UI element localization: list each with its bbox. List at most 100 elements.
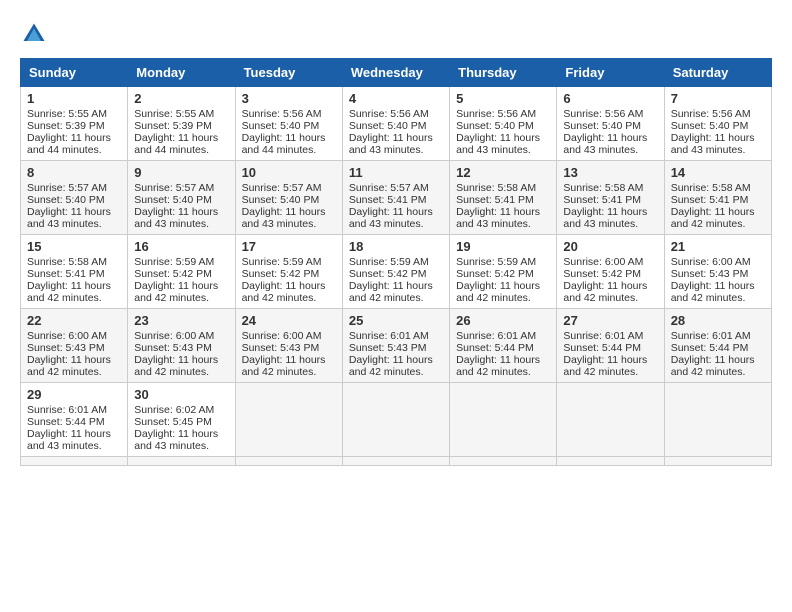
header-monday: Monday bbox=[128, 59, 235, 87]
daylight-label: Daylight: 11 hours and 44 minutes. bbox=[134, 132, 218, 156]
daylight-label: Daylight: 11 hours and 42 minutes. bbox=[134, 354, 218, 378]
sunset-label: Sunset: 5:43 PM bbox=[349, 342, 427, 354]
sunrise-label: Sunrise: 5:59 AM bbox=[349, 256, 429, 268]
calendar-cell bbox=[235, 457, 342, 466]
sunset-label: Sunset: 5:41 PM bbox=[563, 194, 641, 206]
sunrise-label: Sunrise: 5:58 AM bbox=[671, 182, 751, 194]
calendar-cell: 28 Sunrise: 6:01 AM Sunset: 5:44 PM Dayl… bbox=[664, 309, 771, 383]
sunrise-label: Sunrise: 5:56 AM bbox=[563, 108, 643, 120]
calendar-cell: 8 Sunrise: 5:57 AM Sunset: 5:40 PM Dayli… bbox=[21, 161, 128, 235]
sunset-label: Sunset: 5:44 PM bbox=[671, 342, 749, 354]
sunset-label: Sunset: 5:42 PM bbox=[242, 268, 320, 280]
daylight-label: Daylight: 11 hours and 43 minutes. bbox=[242, 206, 326, 230]
sunrise-label: Sunrise: 6:01 AM bbox=[456, 330, 536, 342]
day-number: 14 bbox=[671, 165, 765, 180]
daylight-label: Daylight: 11 hours and 43 minutes. bbox=[456, 206, 540, 230]
calendar: Sunday Monday Tuesday Wednesday Thursday… bbox=[20, 58, 772, 466]
day-number: 5 bbox=[456, 91, 550, 106]
calendar-cell bbox=[450, 383, 557, 457]
daylight-label: Daylight: 11 hours and 42 minutes. bbox=[563, 354, 647, 378]
calendar-cell: 5 Sunrise: 5:56 AM Sunset: 5:40 PM Dayli… bbox=[450, 87, 557, 161]
day-number: 13 bbox=[563, 165, 657, 180]
sunset-label: Sunset: 5:41 PM bbox=[349, 194, 427, 206]
day-number: 21 bbox=[671, 239, 765, 254]
day-number: 23 bbox=[134, 313, 228, 328]
day-number: 17 bbox=[242, 239, 336, 254]
calendar-cell bbox=[557, 383, 664, 457]
calendar-cell: 16 Sunrise: 5:59 AM Sunset: 5:42 PM Dayl… bbox=[128, 235, 235, 309]
day-number: 2 bbox=[134, 91, 228, 106]
calendar-cell: 26 Sunrise: 6:01 AM Sunset: 5:44 PM Dayl… bbox=[450, 309, 557, 383]
sunrise-label: Sunrise: 5:57 AM bbox=[27, 182, 107, 194]
daylight-label: Daylight: 11 hours and 42 minutes. bbox=[456, 354, 540, 378]
day-number: 22 bbox=[27, 313, 121, 328]
daylight-label: Daylight: 11 hours and 43 minutes. bbox=[349, 132, 433, 156]
sunrise-label: Sunrise: 5:58 AM bbox=[27, 256, 107, 268]
logo-icon bbox=[20, 20, 48, 48]
day-number: 7 bbox=[671, 91, 765, 106]
calendar-cell: 6 Sunrise: 5:56 AM Sunset: 5:40 PM Dayli… bbox=[557, 87, 664, 161]
calendar-row: 8 Sunrise: 5:57 AM Sunset: 5:40 PM Dayli… bbox=[21, 161, 772, 235]
calendar-cell bbox=[21, 457, 128, 466]
day-number: 25 bbox=[349, 313, 443, 328]
header-sunday: Sunday bbox=[21, 59, 128, 87]
sunset-label: Sunset: 5:40 PM bbox=[242, 120, 320, 132]
calendar-cell: 22 Sunrise: 6:00 AM Sunset: 5:43 PM Dayl… bbox=[21, 309, 128, 383]
day-number: 9 bbox=[134, 165, 228, 180]
calendar-cell: 4 Sunrise: 5:56 AM Sunset: 5:40 PM Dayli… bbox=[342, 87, 449, 161]
calendar-cell: 30 Sunrise: 6:02 AM Sunset: 5:45 PM Dayl… bbox=[128, 383, 235, 457]
sunrise-label: Sunrise: 6:01 AM bbox=[349, 330, 429, 342]
day-number: 12 bbox=[456, 165, 550, 180]
calendar-row: 22 Sunrise: 6:00 AM Sunset: 5:43 PM Dayl… bbox=[21, 309, 772, 383]
daylight-label: Daylight: 11 hours and 42 minutes. bbox=[27, 280, 111, 304]
calendar-cell bbox=[342, 457, 449, 466]
calendar-cell bbox=[128, 457, 235, 466]
sunset-label: Sunset: 5:40 PM bbox=[671, 120, 749, 132]
daylight-label: Daylight: 11 hours and 42 minutes. bbox=[671, 206, 755, 230]
calendar-cell: 29 Sunrise: 6:01 AM Sunset: 5:44 PM Dayl… bbox=[21, 383, 128, 457]
sunset-label: Sunset: 5:41 PM bbox=[671, 194, 749, 206]
calendar-cell: 9 Sunrise: 5:57 AM Sunset: 5:40 PM Dayli… bbox=[128, 161, 235, 235]
sunrise-label: Sunrise: 6:00 AM bbox=[27, 330, 107, 342]
day-number: 3 bbox=[242, 91, 336, 106]
daylight-label: Daylight: 11 hours and 42 minutes. bbox=[349, 280, 433, 304]
header-wednesday: Wednesday bbox=[342, 59, 449, 87]
calendar-cell: 7 Sunrise: 5:56 AM Sunset: 5:40 PM Dayli… bbox=[664, 87, 771, 161]
sunrise-label: Sunrise: 6:01 AM bbox=[671, 330, 751, 342]
sunset-label: Sunset: 5:43 PM bbox=[671, 268, 749, 280]
sunrise-label: Sunrise: 5:55 AM bbox=[134, 108, 214, 120]
daylight-label: Daylight: 11 hours and 43 minutes. bbox=[563, 132, 647, 156]
daylight-label: Daylight: 11 hours and 42 minutes. bbox=[563, 280, 647, 304]
sunset-label: Sunset: 5:44 PM bbox=[563, 342, 641, 354]
calendar-cell bbox=[342, 383, 449, 457]
daylight-label: Daylight: 11 hours and 43 minutes. bbox=[563, 206, 647, 230]
sunset-label: Sunset: 5:40 PM bbox=[349, 120, 427, 132]
daylight-label: Daylight: 11 hours and 42 minutes. bbox=[242, 354, 326, 378]
sunrise-label: Sunrise: 5:58 AM bbox=[456, 182, 536, 194]
calendar-cell: 15 Sunrise: 5:58 AM Sunset: 5:41 PM Dayl… bbox=[21, 235, 128, 309]
calendar-row: 1 Sunrise: 5:55 AM Sunset: 5:39 PM Dayli… bbox=[21, 87, 772, 161]
calendar-cell: 2 Sunrise: 5:55 AM Sunset: 5:39 PM Dayli… bbox=[128, 87, 235, 161]
day-number: 18 bbox=[349, 239, 443, 254]
calendar-cell: 19 Sunrise: 5:59 AM Sunset: 5:42 PM Dayl… bbox=[450, 235, 557, 309]
calendar-row: 29 Sunrise: 6:01 AM Sunset: 5:44 PM Dayl… bbox=[21, 383, 772, 457]
calendar-row bbox=[21, 457, 772, 466]
logo bbox=[20, 20, 52, 48]
sunrise-label: Sunrise: 6:00 AM bbox=[671, 256, 751, 268]
sunrise-label: Sunrise: 5:55 AM bbox=[27, 108, 107, 120]
sunrise-label: Sunrise: 5:56 AM bbox=[671, 108, 751, 120]
sunrise-label: Sunrise: 6:01 AM bbox=[27, 404, 107, 416]
daylight-label: Daylight: 11 hours and 42 minutes. bbox=[242, 280, 326, 304]
sunset-label: Sunset: 5:39 PM bbox=[134, 120, 212, 132]
calendar-cell bbox=[235, 383, 342, 457]
daylight-label: Daylight: 11 hours and 43 minutes. bbox=[671, 132, 755, 156]
daylight-label: Daylight: 11 hours and 44 minutes. bbox=[242, 132, 326, 156]
day-number: 26 bbox=[456, 313, 550, 328]
day-number: 27 bbox=[563, 313, 657, 328]
sunrise-label: Sunrise: 5:56 AM bbox=[456, 108, 536, 120]
calendar-row: 15 Sunrise: 5:58 AM Sunset: 5:41 PM Dayl… bbox=[21, 235, 772, 309]
daylight-label: Daylight: 11 hours and 42 minutes. bbox=[134, 280, 218, 304]
calendar-cell: 27 Sunrise: 6:01 AM Sunset: 5:44 PM Dayl… bbox=[557, 309, 664, 383]
daylight-label: Daylight: 11 hours and 43 minutes. bbox=[134, 206, 218, 230]
sunset-label: Sunset: 5:40 PM bbox=[134, 194, 212, 206]
